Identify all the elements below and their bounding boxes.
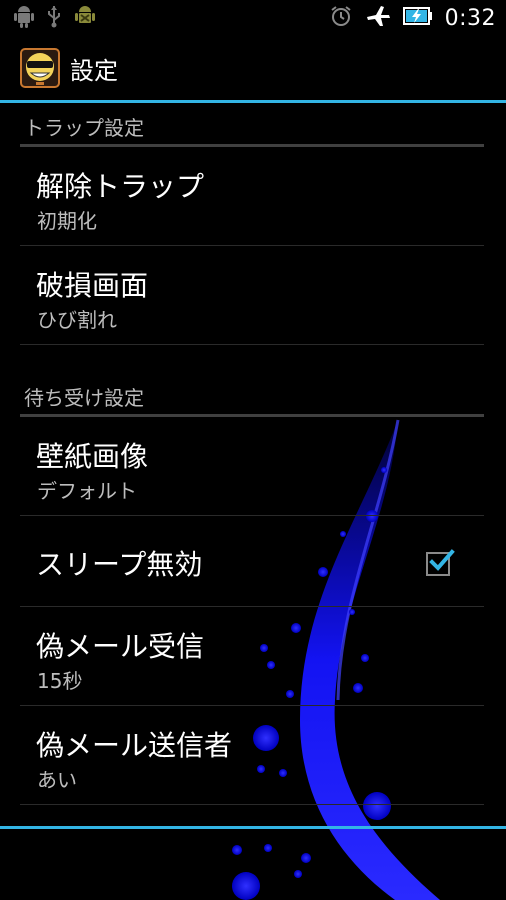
pref-fake-mail-sender[interactable]: 偽メール送信者 あい — [20, 706, 484, 805]
status-system: 0:32 — [329, 0, 496, 36]
page-title: 設定 — [70, 56, 118, 85]
category-trap-settings: トラップ設定 — [0, 103, 506, 147]
sleep-disable-checkbox[interactable] — [426, 549, 455, 576]
pref-title: 偽メール送信者 — [36, 729, 233, 762]
android-bug-icon — [74, 4, 96, 32]
status-notifications — [14, 0, 96, 36]
pref-wallpaper-image[interactable]: 壁紙画像 デフォルト — [20, 417, 484, 516]
bottom-divider — [0, 826, 506, 829]
usb-icon — [46, 4, 62, 32]
pref-title: 解除トラップ — [36, 170, 205, 203]
battery-charging-icon — [402, 6, 433, 30]
pref-summary: ひび割れ — [37, 308, 117, 332]
app-face-icon[interactable] — [20, 48, 60, 88]
title-divider — [0, 100, 506, 103]
clock: 0:32 — [444, 5, 496, 31]
alarm-icon — [329, 4, 353, 32]
pref-title: 偽メール受信 — [36, 630, 205, 663]
pref-broken-screen[interactable]: 破損画面 ひび割れ — [20, 246, 484, 345]
checkmark-icon — [429, 549, 455, 571]
action-bar: 設定 — [0, 36, 506, 100]
pref-summary: デフォルト — [37, 479, 137, 503]
pref-summary: 15秒 — [37, 669, 83, 693]
pref-title: 破損画面 — [36, 269, 149, 302]
pref-unlock-trap[interactable]: 解除トラップ 初期化 — [20, 147, 484, 246]
android-debug-icon — [14, 4, 34, 32]
settings-screen: 0:32 設定 トラップ設定 解除トラップ 初期化 破損画面 ひび割れ 待ち受け… — [0, 0, 506, 900]
pref-sleep-disable[interactable]: スリープ無効 — [20, 516, 484, 607]
category-standby-settings: 待ち受け設定 — [0, 345, 506, 417]
pref-title: 壁紙画像 — [36, 440, 149, 473]
pref-summary: 初期化 — [37, 209, 97, 233]
pref-fake-mail-receive[interactable]: 偽メール受信 15秒 — [20, 607, 484, 706]
category-header: トラップ設定 — [24, 116, 144, 140]
category-header: 待ち受け設定 — [24, 386, 144, 410]
airplane-mode-icon — [365, 4, 391, 32]
pref-summary: あい — [37, 768, 77, 792]
status-bar: 0:32 — [0, 0, 506, 36]
pref-title: スリープ無効 — [36, 548, 203, 581]
preferences-list: トラップ設定 解除トラップ 初期化 破損画面 ひび割れ 待ち受け設定 壁紙画像 … — [0, 103, 506, 805]
